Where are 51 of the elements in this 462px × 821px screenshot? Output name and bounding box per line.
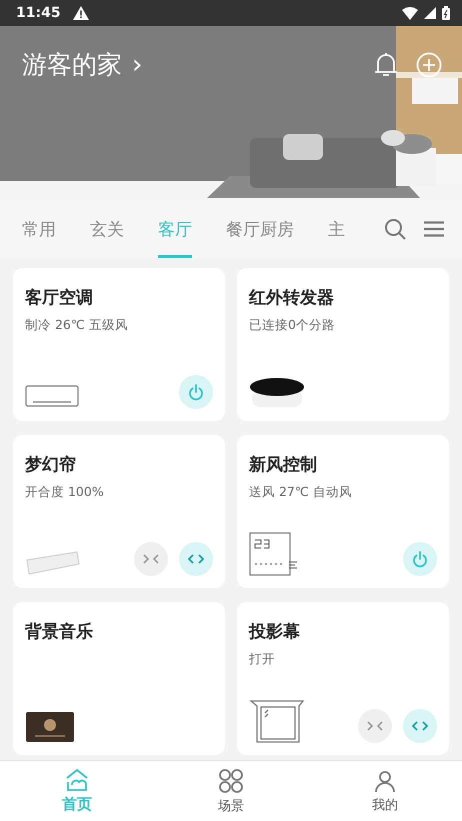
music-panel-icon bbox=[25, 711, 75, 743]
close-inward-icon bbox=[367, 721, 383, 731]
device-status: 开合度 100% bbox=[25, 484, 104, 501]
power-button[interactable] bbox=[179, 375, 213, 409]
device-card[interactable]: 梦幻帘 开合度 100% bbox=[13, 435, 225, 588]
power-button[interactable] bbox=[403, 542, 437, 576]
close-button[interactable] bbox=[358, 709, 392, 743]
device-status: 送风 27℃ 自动风 bbox=[249, 484, 352, 501]
open-outward-icon bbox=[412, 721, 428, 731]
device-name: 投影幕 bbox=[249, 621, 300, 643]
air-conditioner-icon bbox=[25, 385, 79, 409]
device-name: 新风控制 bbox=[249, 454, 317, 476]
power-icon bbox=[412, 550, 428, 568]
curtain-motor-icon bbox=[25, 550, 81, 576]
signal-icon bbox=[424, 7, 436, 19]
person-icon bbox=[373, 768, 397, 792]
menu-icon[interactable] bbox=[424, 221, 444, 237]
device-name: 梦幻帘 bbox=[25, 454, 76, 476]
nav-tab[interactable]: 场景 bbox=[154, 761, 308, 821]
home-title[interactable]: 游客的家 bbox=[22, 48, 122, 81]
device-status: 制冷 26℃ 五级风 bbox=[25, 317, 128, 334]
close-inward-icon bbox=[143, 554, 159, 564]
device-status: 打开 bbox=[249, 651, 275, 668]
remote-hub-icon bbox=[249, 377, 305, 409]
scenes-icon bbox=[218, 768, 244, 794]
nav-tab[interactable]: 我的 bbox=[308, 761, 462, 821]
wifi-icon bbox=[402, 6, 418, 20]
open-outward-icon bbox=[188, 554, 204, 564]
search-icon[interactable] bbox=[384, 218, 406, 240]
status-time: 11:45 bbox=[16, 5, 61, 21]
device-card[interactable]: 新风控制 送风 27℃ 自动风 bbox=[237, 435, 449, 588]
device-name: 背景音乐 bbox=[25, 621, 93, 643]
chevron[interactable]: › bbox=[132, 50, 142, 80]
device-status: 已连接0个分路 bbox=[249, 317, 335, 334]
device-card[interactable]: 背景音乐 bbox=[13, 602, 225, 755]
close-button[interactable] bbox=[134, 542, 168, 576]
projector-screen-icon bbox=[249, 699, 305, 743]
device-card[interactable]: 投影幕 打开 bbox=[237, 602, 449, 755]
device-card[interactable]: 红外转发器 已连接0个分路 bbox=[237, 268, 449, 421]
add-icon[interactable] bbox=[416, 52, 442, 78]
open-button[interactable] bbox=[179, 542, 213, 576]
device-name: 客厅空调 bbox=[25, 287, 93, 309]
warning-icon bbox=[72, 6, 89, 20]
battery-icon bbox=[442, 6, 450, 20]
bell-icon[interactable] bbox=[374, 52, 398, 78]
device-name: 红外转发器 bbox=[249, 287, 334, 309]
thermostat-panel-icon bbox=[249, 532, 299, 576]
device-card[interactable]: 客厅空调 制冷 26℃ 五级风 bbox=[13, 268, 225, 421]
power-icon bbox=[188, 384, 204, 400]
home-icon bbox=[64, 768, 90, 792]
open-button[interactable] bbox=[403, 709, 437, 743]
